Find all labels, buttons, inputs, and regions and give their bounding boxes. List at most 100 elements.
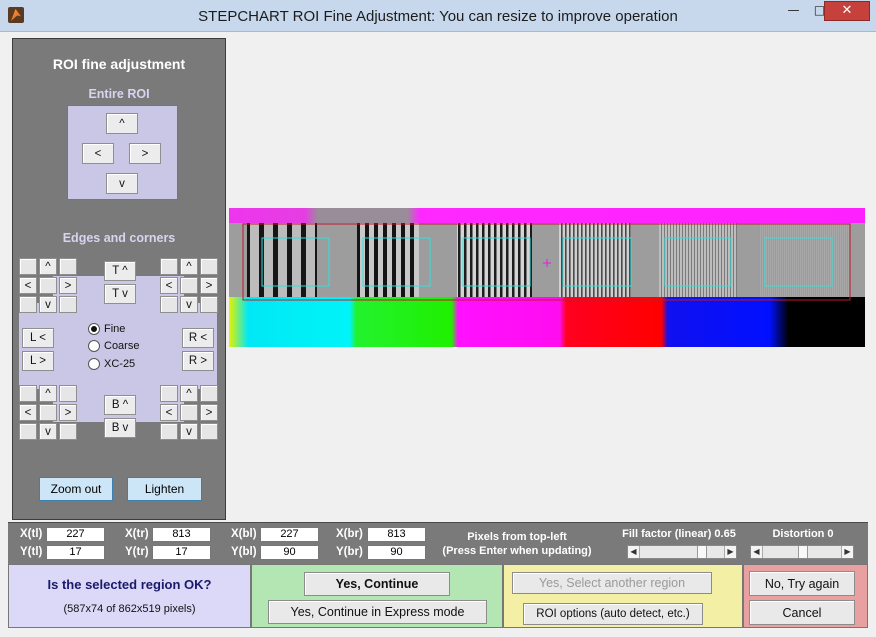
coarse-radio-label: Coarse <box>104 340 140 352</box>
ytl-input[interactable]: 17 <box>46 545 105 560</box>
top-magenta-band <box>229 208 865 223</box>
pixels-note: Pixels from top-left <box>467 531 567 543</box>
tl-corner-blank[interactable] <box>19 296 37 313</box>
tr-corner-right-button[interactable]: > <box>200 277 218 294</box>
other-options-panel: Yes, Select another region ROI options (… <box>503 564 743 628</box>
right-edge-left-button[interactable]: R < <box>182 328 214 348</box>
bl-corner-blank[interactable] <box>59 423 77 440</box>
top-edge-up-button[interactable]: T ^ <box>104 261 136 281</box>
br-corner-right-button[interactable]: > <box>200 404 218 421</box>
lighten-button[interactable]: Lighten <box>127 477 202 501</box>
bottom-edge-down-button[interactable]: B v <box>104 418 136 438</box>
entire-up-button[interactable]: ^ <box>106 113 138 134</box>
close-button[interactable]: ✕ <box>824 1 870 21</box>
tl-corner-blank[interactable] <box>59 296 77 313</box>
entire-roi-heading: Entire ROI <box>88 87 150 101</box>
right-edge-right-button[interactable]: R > <box>182 351 214 371</box>
yes-continue-express-button[interactable]: Yes, Continue in Express mode <box>268 600 487 624</box>
br-corner-blank[interactable] <box>160 423 178 440</box>
tr-corner-left-button[interactable]: < <box>160 277 178 294</box>
bl-corner-blank[interactable] <box>39 404 57 421</box>
ybr-label: Y(br) <box>336 546 363 558</box>
ybl-input[interactable]: 90 <box>260 545 319 560</box>
tl-corner-right-button[interactable]: > <box>59 277 77 294</box>
tl-corner-down-button[interactable]: v <box>39 296 57 313</box>
br-corner-up-button[interactable]: ^ <box>180 385 198 402</box>
stepchart-svg[interactable] <box>229 208 865 347</box>
br-corner-down-button[interactable]: v <box>180 423 198 440</box>
xbl-label: X(bl) <box>231 528 257 540</box>
slider-thumb[interactable] <box>798 546 808 558</box>
br-corner-blank[interactable] <box>180 404 198 421</box>
fill-factor-slider[interactable]: ◀ ▶ <box>627 545 737 559</box>
tl-corner-up-button[interactable]: ^ <box>39 258 57 275</box>
roi-options-button[interactable]: ROI options (auto detect, etc.) <box>523 603 703 625</box>
roi-control-panel: ROI fine adjustment Entire ROI ^ < > v E… <box>12 38 226 520</box>
tl-corner-blank[interactable] <box>19 258 37 275</box>
bl-corner-up-button[interactable]: ^ <box>39 385 57 402</box>
bottom-edge-up-button[interactable]: B ^ <box>104 395 136 415</box>
br-corner-blank[interactable] <box>200 423 218 440</box>
xbr-input[interactable]: 813 <box>367 527 426 542</box>
left-edge-left-button[interactable]: L < <box>22 328 54 348</box>
br-corner-blank[interactable] <box>200 385 218 402</box>
left-edge-right-button[interactable]: L > <box>22 351 54 371</box>
br-corner-blank[interactable] <box>160 385 178 402</box>
window-title: STEPCHART ROI Fine Adjustment: You can r… <box>198 8 678 25</box>
edges-corners-heading: Edges and corners <box>62 231 176 245</box>
bl-corner-blank[interactable] <box>59 385 77 402</box>
tl-corner-blank[interactable] <box>59 258 77 275</box>
xbl-input[interactable]: 227 <box>260 527 319 542</box>
ytl-label: Y(tl) <box>20 546 43 558</box>
top-edge-down-button[interactable]: T v <box>104 284 136 304</box>
coordinates-strip: X(tl) 227 Y(tl) 17 X(tr) 813 Y(tr) 17 X(… <box>8 522 868 564</box>
distortion-slider[interactable]: ◀ ▶ <box>750 545 854 559</box>
yes-select-another-button[interactable]: Yes, Select another region <box>512 572 712 594</box>
minimize-button[interactable]: — <box>780 1 807 21</box>
xc25-radio-label: XC-25 <box>104 358 136 370</box>
xc25-radio[interactable]: XC-25 <box>88 358 135 370</box>
slider-right-arrow-icon[interactable]: ▶ <box>841 546 853 558</box>
tr-corner-blank[interactable] <box>160 296 178 313</box>
slider-thumb[interactable] <box>697 546 707 558</box>
fine-radio[interactable]: Fine <box>88 323 125 335</box>
bl-corner-right-button[interactable]: > <box>59 404 77 421</box>
tr-corner-blank[interactable] <box>180 277 198 294</box>
tl-corner-blank[interactable] <box>39 277 57 294</box>
tr-corner-blank[interactable] <box>200 258 218 275</box>
slider-left-arrow-icon[interactable]: ◀ <box>628 546 640 558</box>
stepchart-image[interactable] <box>229 208 865 347</box>
fine-radio-label: Fine <box>104 323 126 335</box>
yes-continue-button[interactable]: Yes, Continue <box>304 572 450 596</box>
tr-corner-down-button[interactable]: v <box>180 296 198 313</box>
tr-corner-blank[interactable] <box>200 296 218 313</box>
entire-right-button[interactable]: > <box>129 143 161 164</box>
window-client-area: ROI fine adjustment Entire ROI ^ < > v E… <box>8 32 868 630</box>
pixels-note-hint: (Press Enter when updating) <box>442 545 592 557</box>
ytr-input[interactable]: 17 <box>152 545 211 560</box>
bl-corner-left-button[interactable]: < <box>19 404 37 421</box>
xtl-input[interactable]: 227 <box>46 527 105 542</box>
radio-unselected-icon <box>88 340 100 352</box>
entire-left-button[interactable]: < <box>82 143 114 164</box>
retry-panel: No, Try again Cancel <box>743 564 868 628</box>
tr-corner-up-button[interactable]: ^ <box>180 258 198 275</box>
radio-selected-icon <box>88 323 100 335</box>
bl-corner-blank[interactable] <box>19 423 37 440</box>
cancel-button[interactable]: Cancel <box>749 600 855 625</box>
ybr-input[interactable]: 90 <box>367 545 426 560</box>
tl-corner-left-button[interactable]: < <box>19 277 37 294</box>
coarse-radio[interactable]: Coarse <box>88 340 139 352</box>
panel-heading: ROI fine adjustment <box>52 56 186 72</box>
entire-down-button[interactable]: v <box>106 173 138 194</box>
slider-left-arrow-icon[interactable]: ◀ <box>751 546 763 558</box>
no-try-again-button[interactable]: No, Try again <box>749 571 855 596</box>
tr-corner-blank[interactable] <box>160 258 178 275</box>
bl-corner-blank[interactable] <box>19 385 37 402</box>
zoom-out-button[interactable]: Zoom out <box>39 477 113 501</box>
xtr-input[interactable]: 813 <box>152 527 211 542</box>
bl-corner-down-button[interactable]: v <box>39 423 57 440</box>
slider-right-arrow-icon[interactable]: ▶ <box>724 546 736 558</box>
br-corner-left-button[interactable]: < <box>160 404 178 421</box>
radio-unselected-icon <box>88 358 100 370</box>
